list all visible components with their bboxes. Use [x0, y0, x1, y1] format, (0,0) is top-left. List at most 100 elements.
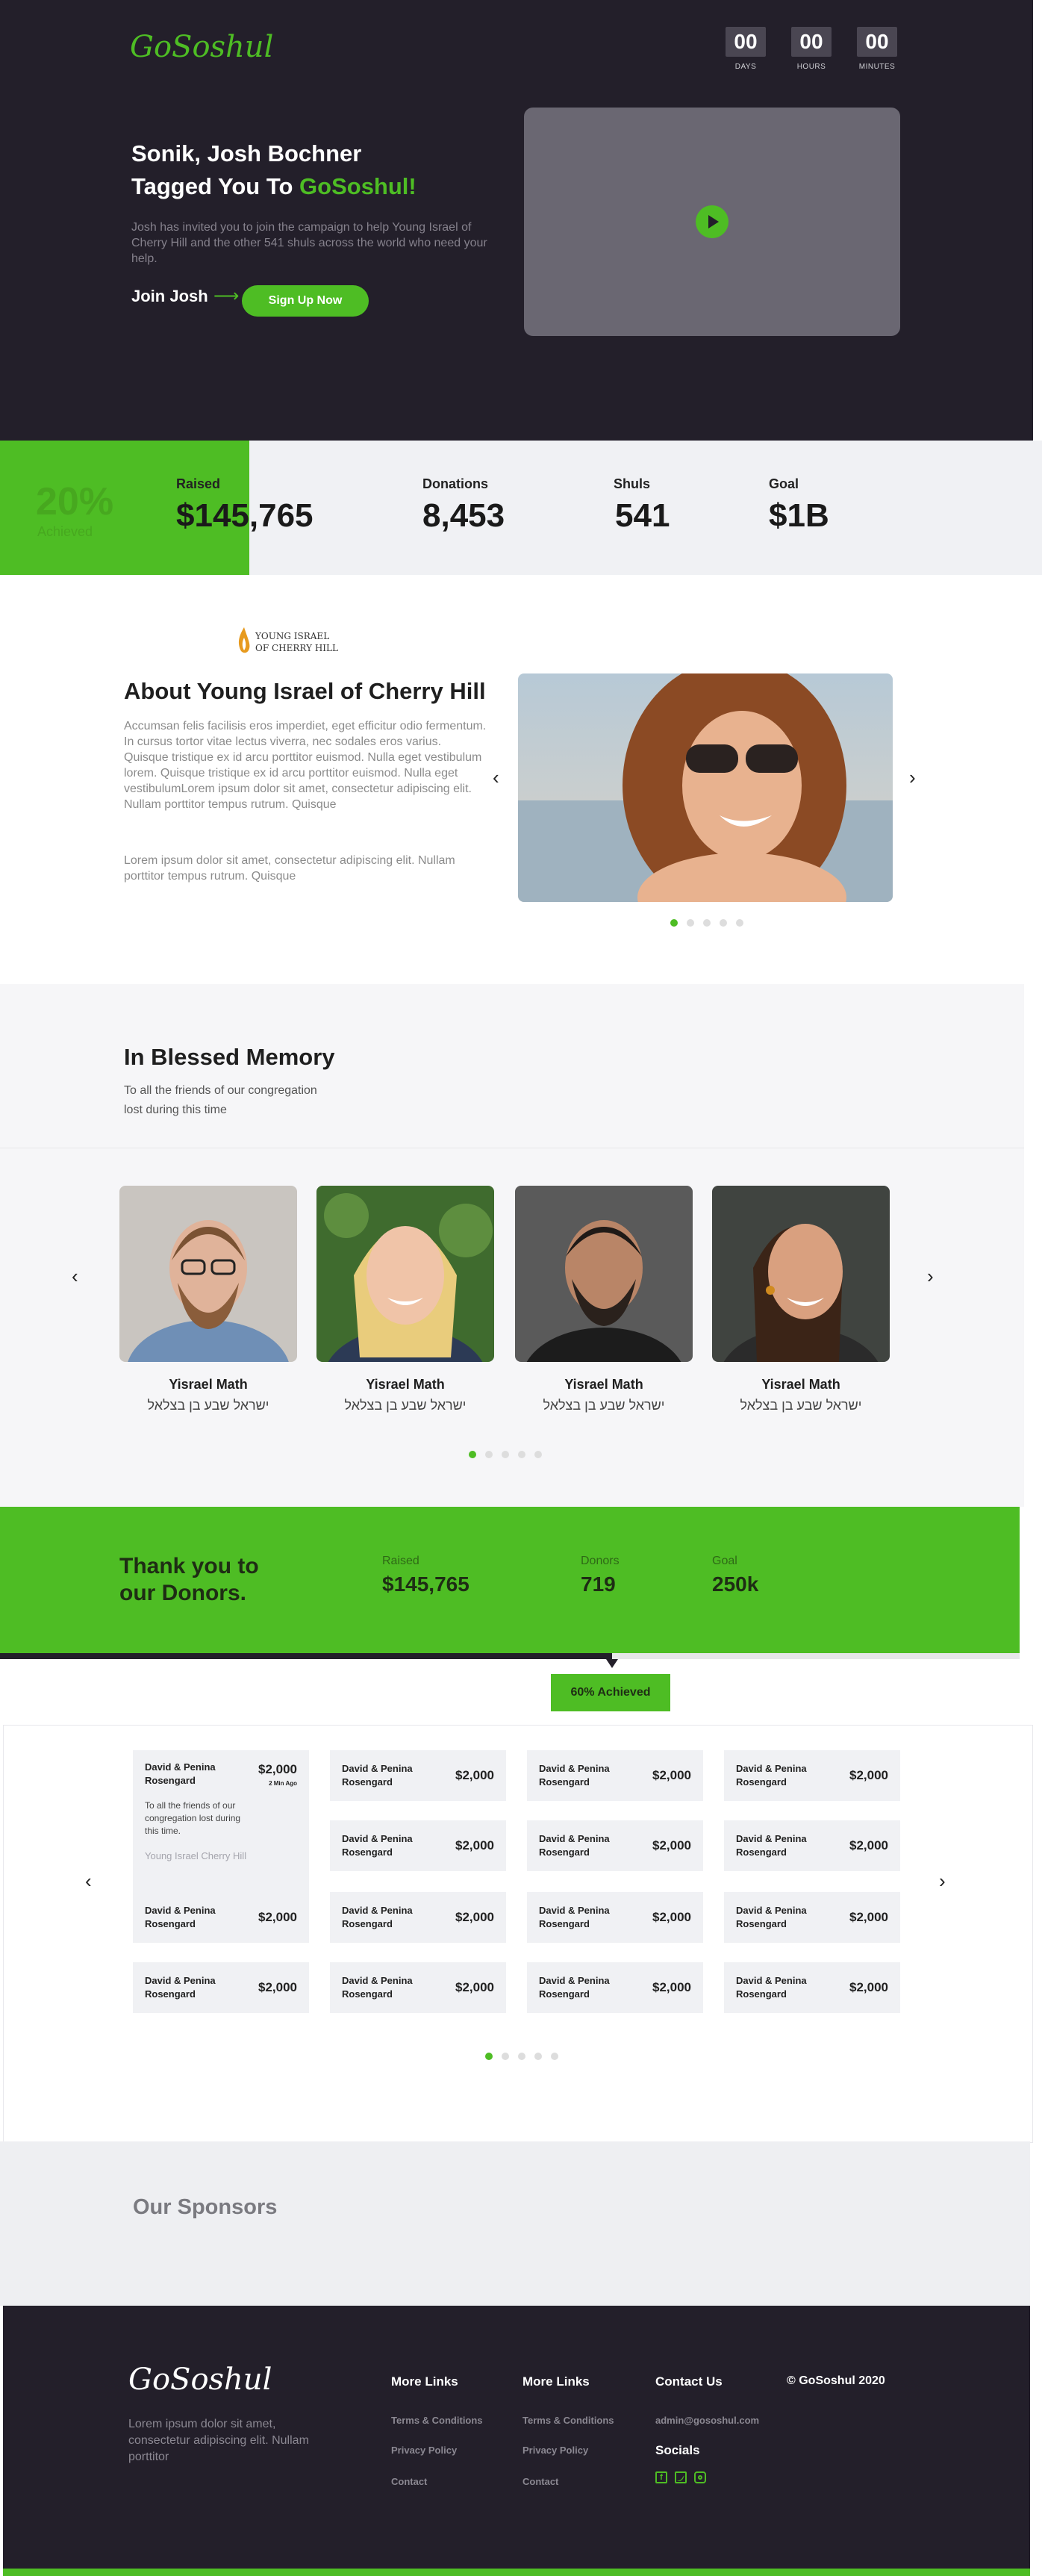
donor-card[interactable]: David & Penina Rosengard $2,000: [330, 1962, 506, 2013]
donor-card[interactable]: David & Penina Rosengard $2,000: [527, 1962, 703, 2013]
countdown-days-label: DAYS: [734, 63, 757, 71]
stat-raised-value: $145,765: [176, 497, 313, 534]
stat-shuls-label: Shuls: [614, 476, 651, 491]
memory-name-4: Yisrael Math: [761, 1377, 840, 1392]
memory-photo-4[interactable]: [712, 1186, 890, 1362]
donor-card[interactable]: David & Penina Rosengard $2,000: [724, 1750, 900, 1801]
logo[interactable]: GoSoshul: [130, 30, 273, 64]
donor-card[interactable]: David & Penina Rosengard $2,000: [527, 1820, 703, 1871]
donors-prev-arrow[interactable]: ‹: [85, 1870, 92, 1893]
donor-card[interactable]: David & Penina Rosengard $2,000: [330, 1892, 506, 1943]
memory-title: In Blessed Memory: [124, 1044, 335, 1070]
footer-logo[interactable]: GoSoshul: [128, 2362, 272, 2397]
countdown-hours-value: 00: [791, 27, 832, 57]
donor-name-line1: David & Penina: [342, 1833, 413, 1844]
footer-bottom-bar: [3, 2569, 1030, 2576]
hero-heading: Sonik, Josh Bochner Tagged You To GoSosh…: [131, 137, 520, 203]
donor-name-line2: Rosengard: [145, 1775, 196, 1786]
footer: GoSoshul Lorem ipsum dolor sit amet, con…: [3, 2306, 1030, 2569]
about-prev-arrow[interactable]: ‹: [493, 766, 499, 789]
footer-contact-email[interactable]: admin@gososhul.com: [655, 2415, 759, 2426]
carousel-dot[interactable]: [534, 1451, 542, 1458]
memory-hebrew-4: ישראל שבע בן בצלאל: [740, 1398, 862, 1413]
carousel-dot-active[interactable]: [469, 1451, 476, 1458]
signup-button[interactable]: Sign Up Now: [242, 285, 369, 317]
memory-prev-arrow[interactable]: ‹: [72, 1265, 78, 1288]
memory-carousel-dots[interactable]: [469, 1449, 551, 1462]
donor-amount: $2,000: [455, 1768, 494, 1782]
carousel-dot[interactable]: [534, 2053, 542, 2060]
donor-card[interactable]: David & Penina Rosengard $2,000: [724, 1820, 900, 1871]
instagram-icon[interactable]: [694, 2471, 706, 2483]
donors-carousel-dots[interactable]: [485, 2050, 567, 2064]
memory-carousel: ‹ › Yisrael Math ישראל שבע בן בצלאל Yisr…: [0, 1148, 1024, 1507]
donor-name-line1: David & Penina: [342, 1763, 413, 1774]
carousel-dot[interactable]: [518, 2053, 525, 2060]
footer-col1-link-privacy[interactable]: Privacy Policy: [391, 2445, 457, 2456]
donors-next-arrow[interactable]: ›: [939, 1870, 946, 1893]
achieved-label: Achieved: [37, 524, 93, 539]
donor-name-line2: Rosengard: [539, 1847, 590, 1858]
memory-photo-1[interactable]: [119, 1186, 297, 1362]
donor-card[interactable]: David & Penina Rosengard $2,000: [527, 1750, 703, 1801]
donor-card[interactable]: David & Penina Rosengard $2,000: [330, 1820, 506, 1871]
donor-featured-name: David & Penina Rosengard: [145, 1761, 216, 1788]
org-logo-line2: OF CHERRY HILL: [255, 643, 338, 653]
carousel-dot[interactable]: [502, 2053, 509, 2060]
donor-amount: $2,000: [849, 1838, 888, 1852]
video-player[interactable]: [524, 108, 900, 336]
footer-tagline: Lorem ipsum dolor sit amet, consectetur …: [128, 2418, 309, 2463]
donor-amount: $2,000: [258, 1910, 297, 1924]
carousel-dot[interactable]: [736, 919, 743, 927]
footer-col1-link-terms[interactable]: Terms & Conditions: [391, 2415, 483, 2426]
footer-col1-link-contact[interactable]: Contact: [391, 2476, 427, 2487]
about-photo[interactable]: [518, 673, 893, 902]
donor-name-line2: Rosengard: [736, 1988, 787, 2000]
twitter-icon[interactable]: [675, 2471, 687, 2483]
donor-card[interactable]: David & Penina Rosengard $2,000: [330, 1750, 506, 1801]
donor-card[interactable]: David & Penina Rosengard $2,000: [133, 1892, 309, 1943]
carousel-dot[interactable]: [485, 1451, 493, 1458]
memory-photo-3[interactable]: [515, 1186, 693, 1362]
donor-card[interactable]: David & Penina Rosengard $2,000: [133, 1962, 309, 2013]
memory-photo-2[interactable]: [316, 1186, 494, 1362]
banner-raised-value: $145,765: [382, 1572, 469, 1596]
carousel-dot[interactable]: [551, 2053, 558, 2060]
donor-card[interactable]: David & Penina Rosengard $2,000: [724, 1962, 900, 2013]
carousel-dot[interactable]: [703, 919, 711, 927]
stat-goal-value: $1B: [769, 497, 829, 534]
banner-goal-label: Goal: [712, 1555, 737, 1567]
donor-name-line1: David & Penina: [736, 1905, 807, 1916]
donor-amount: $2,000: [455, 1980, 494, 1994]
donors-banner-title-line1: Thank you to: [119, 1554, 259, 1578]
carousel-dot[interactable]: [518, 1451, 525, 1458]
donor-name-line1: David & Penina: [342, 1905, 413, 1916]
footer-col2-link-privacy[interactable]: Privacy Policy: [522, 2445, 588, 2456]
achieved-value: 20%: [36, 480, 114, 523]
about-next-arrow[interactable]: ›: [909, 766, 916, 789]
carousel-dot-active[interactable]: [670, 919, 678, 927]
carousel-dot-active[interactable]: [485, 2053, 493, 2060]
facebook-icon[interactable]: f: [655, 2471, 667, 2483]
about-carousel-dots[interactable]: [670, 917, 752, 930]
donor-amount: $2,000: [258, 1980, 297, 1994]
donor-amount: $2,000: [652, 1838, 691, 1852]
carousel-dot[interactable]: [687, 919, 694, 927]
footer-col2-link-terms[interactable]: Terms & Conditions: [522, 2415, 614, 2426]
donor-name-line1: David & Penina: [539, 1763, 610, 1774]
donor-name-line2: Rosengard: [342, 1988, 393, 2000]
arrow-right-icon: ⟶: [213, 286, 240, 306]
donor-name-line2: Rosengard: [342, 1847, 393, 1858]
donor-card[interactable]: David & Penina Rosengard $2,000: [724, 1892, 900, 1943]
donor-amount: $2,000: [455, 1838, 494, 1852]
footer-col2-link-contact[interactable]: Contact: [522, 2476, 558, 2487]
donor-name: David & Penina Rosengard: [145, 1904, 216, 1931]
donor-card[interactable]: David & Penina Rosengard $2,000: [527, 1892, 703, 1943]
play-icon[interactable]: [696, 205, 729, 238]
donor-amount: $2,000: [652, 1768, 691, 1782]
donor-name-line1: David & Penina: [736, 1975, 807, 1986]
carousel-dot[interactable]: [720, 919, 727, 927]
carousel-dot[interactable]: [502, 1451, 509, 1458]
memory-next-arrow[interactable]: ›: [927, 1265, 934, 1288]
donor-name-line2: Rosengard: [145, 1918, 196, 1929]
